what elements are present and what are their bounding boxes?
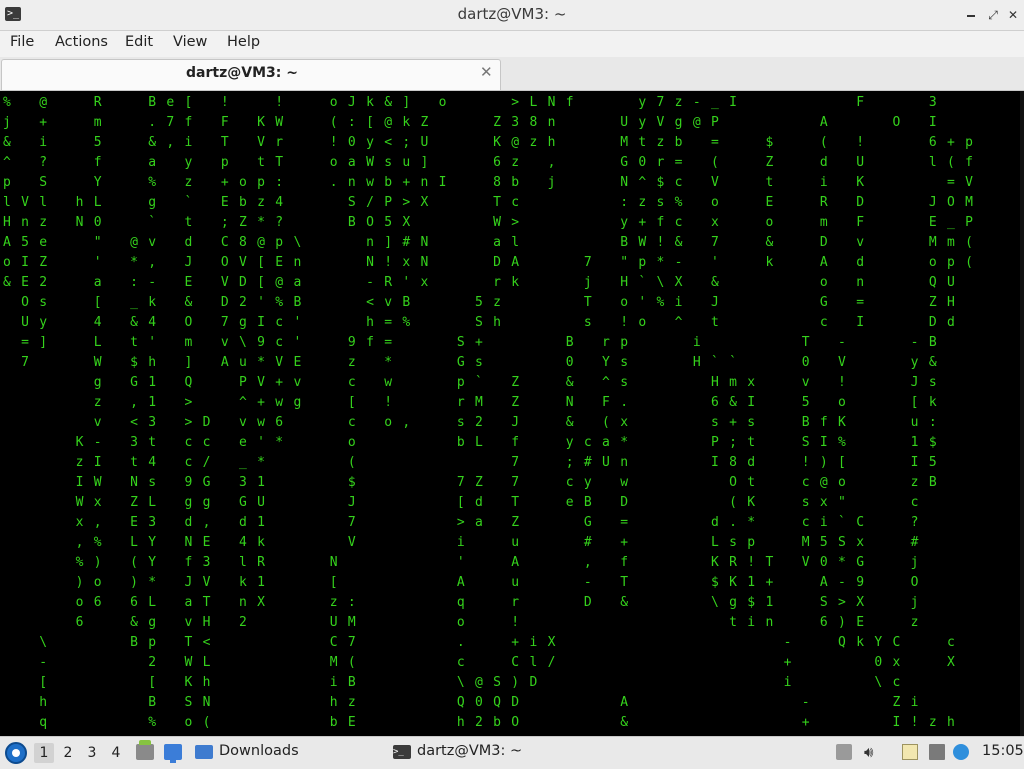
tab-terminal[interactable]: dartz@VM3: ~ ✕ (1, 59, 501, 90)
terminal-scrollbar[interactable] (1020, 91, 1024, 736)
title-bar[interactable]: >_ dartz@VM3: ~ ⤢ ✕ (0, 0, 1024, 31)
file-manager-icon[interactable] (136, 740, 154, 760)
close-icon[interactable]: ✕ (480, 63, 493, 81)
terminal-output[interactable]: % @ R B e [ ! ! o J k & ] o > L N f y 7 … (0, 91, 1024, 736)
task-terminal[interactable]: >_ dartz@VM3: ~ (393, 740, 593, 766)
start-menu-icon[interactable] (5, 742, 27, 764)
clipboard-icon[interactable] (902, 744, 918, 760)
task-downloads[interactable]: Downloads (195, 740, 375, 766)
task-label: Downloads (219, 743, 299, 759)
menu-actions[interactable]: Actions (55, 34, 108, 50)
terminal-icon: >_ (393, 745, 411, 759)
audio-indicator-icon[interactable] (836, 744, 852, 760)
network-icon[interactable] (929, 744, 945, 760)
maximize-button[interactable]: ⤢ (984, 6, 1002, 24)
window-title: dartz@VM3: ~ (457, 5, 567, 23)
clock[interactable]: 15:05 (982, 743, 1024, 759)
workspace-2[interactable]: 2 (58, 743, 78, 763)
workspace-3[interactable]: 3 (82, 743, 102, 763)
taskbar: 1 2 3 4 Downloads >_ dartz@VM3: ~ 🔊︎ 15:… (0, 736, 1024, 769)
workspace-1[interactable]: 1 (34, 743, 54, 763)
menu-help[interactable]: Help (227, 34, 260, 50)
tab-bar: dartz@VM3: ~ ✕ (0, 57, 1024, 91)
menu-file[interactable]: File (10, 34, 34, 50)
close-button[interactable]: ✕ (1004, 6, 1022, 24)
minimize-button[interactable] (962, 6, 980, 24)
menu-bar: File Actions Edit View Help (0, 31, 1024, 57)
update-notifier-icon[interactable] (953, 744, 969, 760)
workspace-4[interactable]: 4 (106, 743, 126, 763)
matrix-rain-text: % @ R B e [ ! ! o J k & ] o > L N f y 7 … (3, 95, 975, 736)
task-label: dartz@VM3: ~ (417, 743, 523, 759)
tab-label: dartz@VM3: ~ (186, 65, 298, 81)
folder-icon (195, 745, 213, 759)
show-desktop-icon[interactable] (164, 744, 182, 763)
volume-icon[interactable]: 🔊︎ (864, 744, 880, 760)
menu-edit[interactable]: Edit (125, 34, 153, 50)
menu-view[interactable]: View (173, 34, 207, 50)
